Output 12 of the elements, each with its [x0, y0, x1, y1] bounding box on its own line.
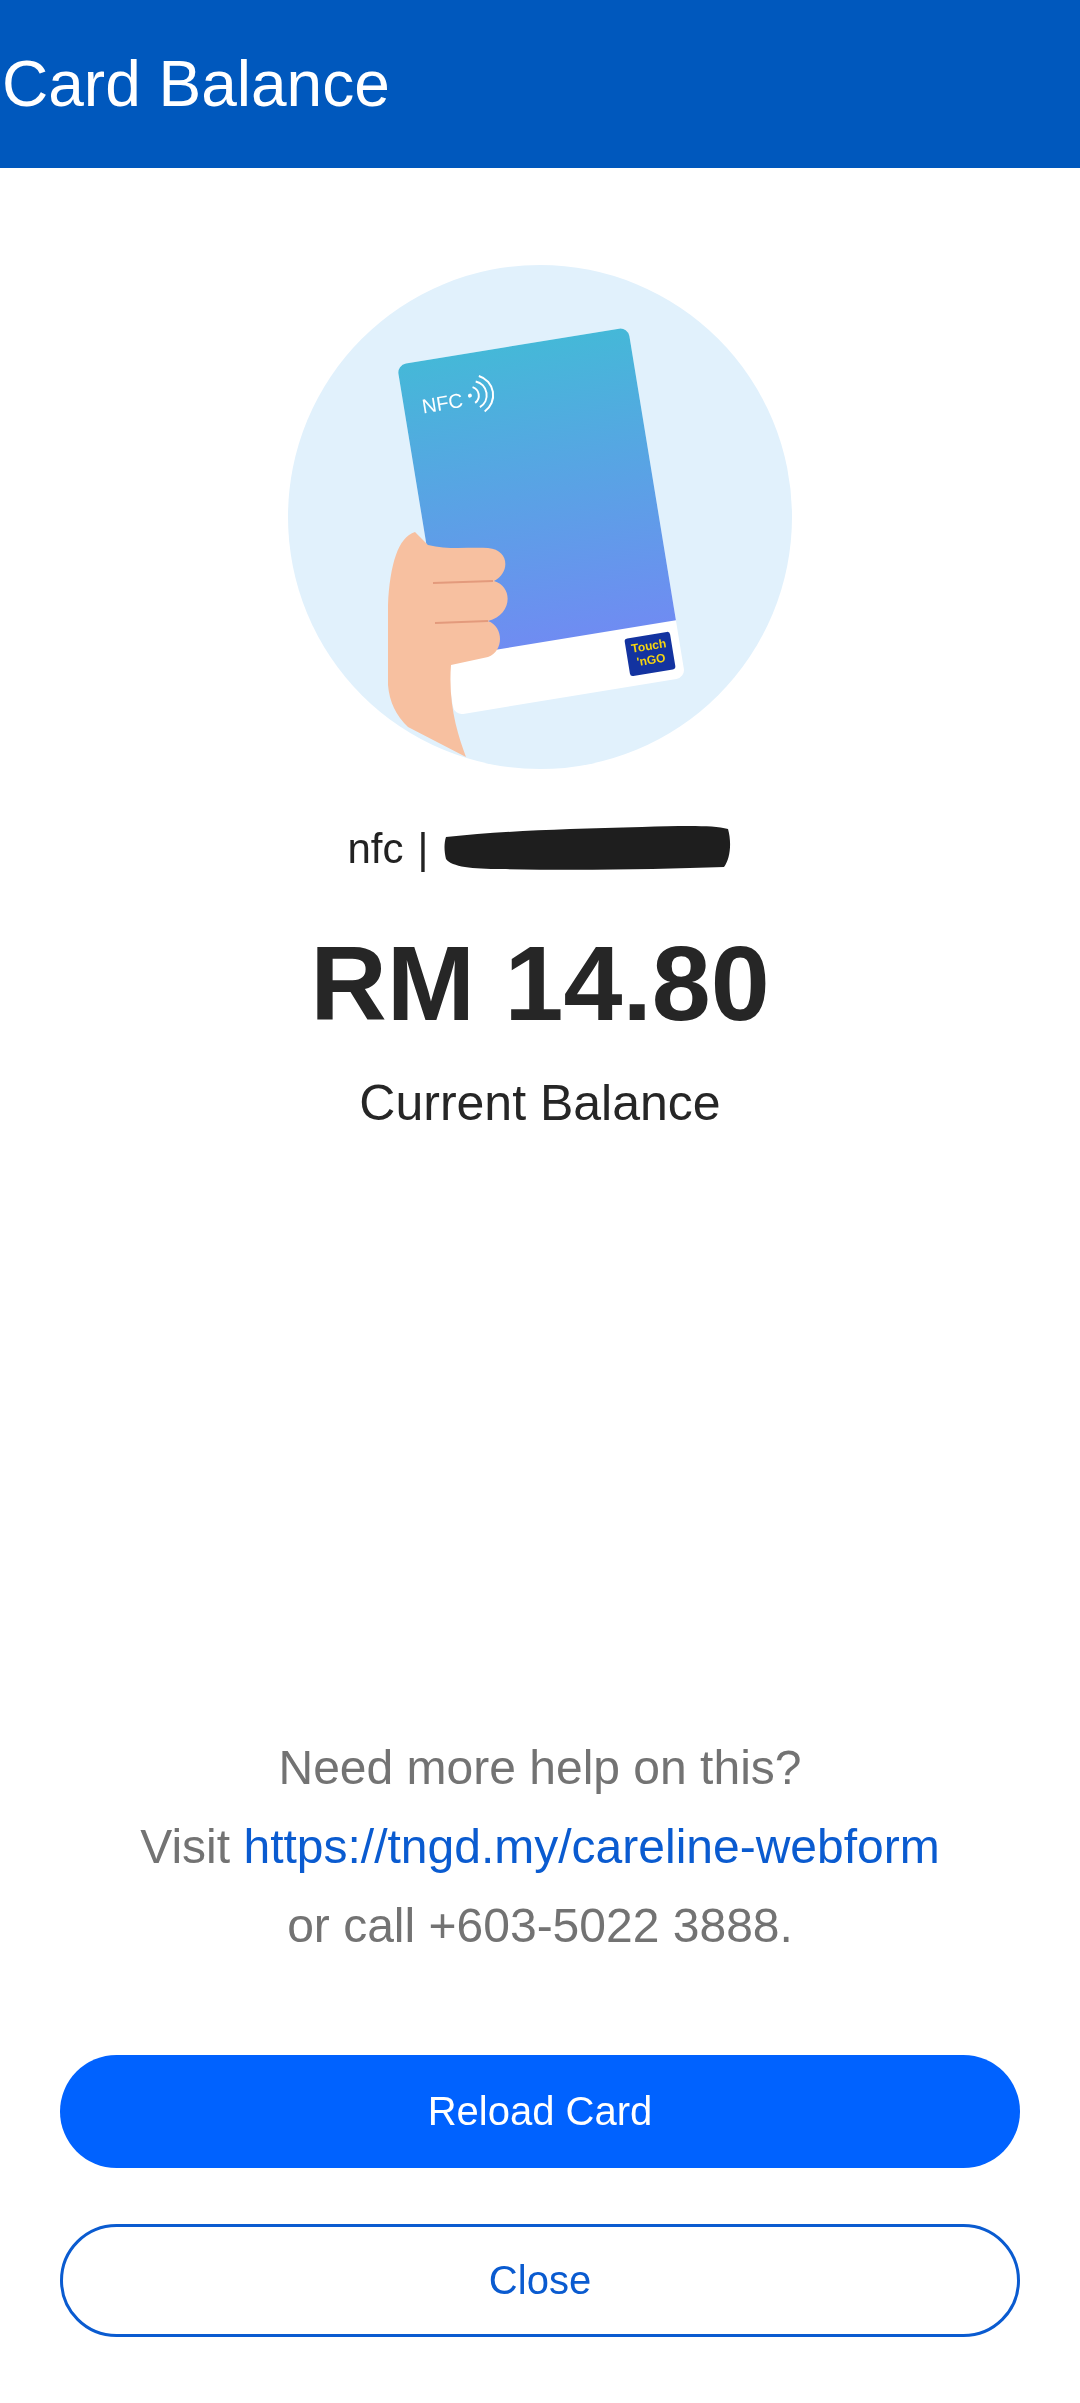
balance-label: Current Balance [359, 1074, 721, 1132]
help-text: Need more help on this? Visit https://tngd.my/careline-webform or call +603-5022 3888. [140, 1740, 940, 1954]
screen-title: Card Balance [2, 47, 390, 121]
careline-link[interactable]: https://tngd.my/careline-webform [243, 1820, 940, 1873]
card-label: NFC [420, 389, 465, 418]
card-type: nfc [347, 825, 404, 873]
balance-amount: RM 14.80 [310, 923, 770, 1044]
close-button[interactable]: Close [60, 2224, 1020, 2337]
logo-background [624, 631, 676, 677]
nfc-icon [467, 374, 495, 413]
reload-card-button[interactable]: Reload Card [60, 2055, 1020, 2168]
separator: | [417, 825, 429, 873]
